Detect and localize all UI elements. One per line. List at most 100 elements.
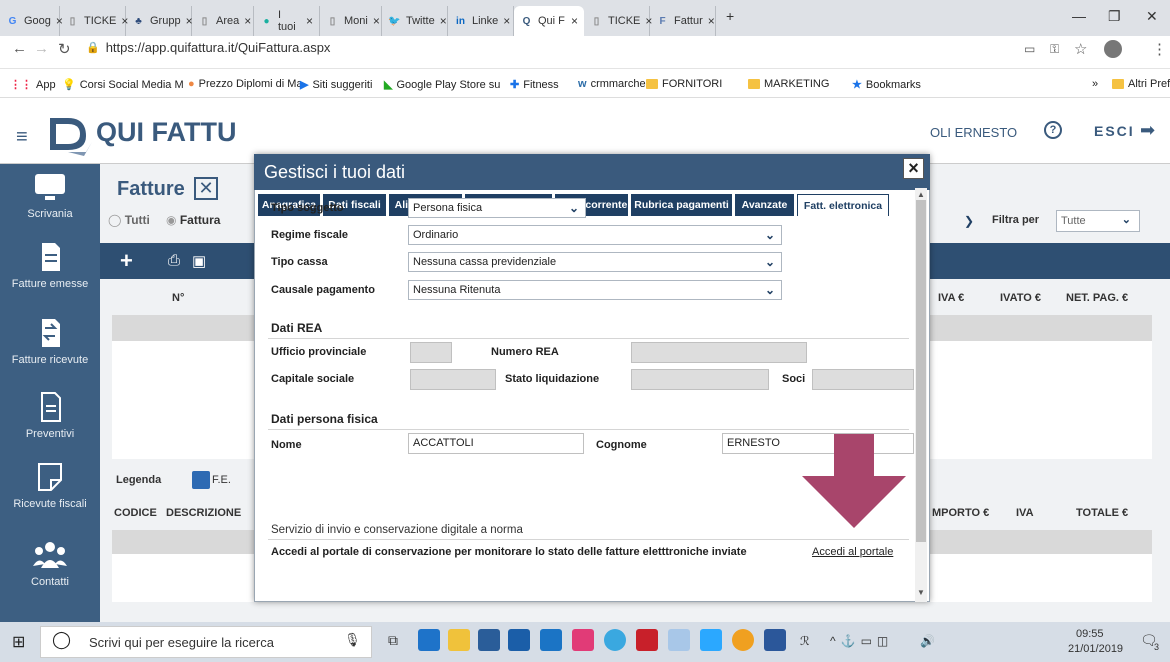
bookmark-item[interactable]: ◣ Google Play Store su [384,78,500,92]
profile-avatar[interactable] [1104,40,1122,58]
app-red-icon[interactable] [636,629,658,651]
user-name[interactable]: OLI ERNESTO [930,125,1017,140]
tab-close-icon[interactable]: × [306,14,313,28]
maximize-icon[interactable]: ❐ [1108,8,1121,25]
word-icon[interactable] [764,629,786,651]
chevron-down-icon[interactable]: ❯ [964,214,974,228]
reload-icon[interactable]: ↻ [58,40,71,58]
print-icon[interactable]: ⎙ [168,252,180,269]
tab-close-icon[interactable]: × [440,14,447,28]
browser-tab[interactable]: ▯ TICKE × [60,6,128,36]
tab-avanzate[interactable]: Avanzate [735,194,795,216]
app-pink-icon[interactable] [572,629,594,651]
tab-rubrica-pagamenti[interactable]: Rubrica pagamenti [631,194,733,216]
tab-close-icon[interactable]: × [244,14,251,28]
taskbar-search-input[interactable]: Scrivi qui per eseguire la ricerca [40,626,372,658]
sidebar-item-receipt[interactable]: Ricevute fiscali [0,462,100,510]
nome-input[interactable]: ACCATTOLI [408,433,584,454]
other-bookmarks[interactable]: Altri Preferiti [1112,78,1170,90]
tab-close-icon[interactable]: × [571,14,578,28]
star-icon[interactable]: ☆ [1074,40,1087,58]
tipo-soggetto-select[interactable]: Persona fisica ⌄ [408,198,586,218]
chrome-icon[interactable] [732,629,754,651]
bookmark-item[interactable]: MARKETING [748,78,829,90]
key-icon[interactable]: ⚿ [1050,42,1059,57]
task-view-icon[interactable]: ⧉ [388,632,398,649]
close-page-icon[interactable]: ✕ [194,177,218,200]
bookmark-item[interactable]: ▶ Siti suggeriti [300,78,372,92]
soci-input[interactable] [812,369,914,390]
causale-pagamento-select[interactable]: Nessuna Ritenuta ⌄ [408,280,782,300]
clock-time[interactable]: 09:55 [1076,628,1104,640]
modal-scrollbar-thumb[interactable] [916,200,926,542]
url-field[interactable]: 🔒 https://app.quifattura.it/QuiFattura.a… [86,40,330,55]
bookmark-item[interactable]: 💡 Corsi Social Media M [62,78,184,92]
filter-tutti[interactable]: ◯ Tutti [108,213,150,227]
windows-start-icon[interactable]: ⊞ [12,632,25,652]
mail-icon[interactable] [478,629,500,651]
browser-tab[interactable]: in Linke × [448,6,514,36]
logout-icon[interactable]: ➡ [1140,120,1155,141]
browser-tab[interactable]: ▯ Area × [192,6,254,36]
bookmark-item[interactable]: ✚ Fitness [510,78,559,92]
people-icon[interactable]: ℛ [800,634,810,648]
tab-fatt-elettronica[interactable]: Fatt. elettronica [797,194,889,216]
modal-close-button[interactable]: × [903,158,924,179]
bookmarks-more-icon[interactable]: » [1092,78,1098,90]
bookmark-item[interactable]: ⋮⋮ App [10,78,56,92]
browser-tab[interactable]: G Goog × [0,6,63,36]
export-icon[interactable]: ▣ [192,252,206,270]
browser-tab[interactable]: F Fattur × [650,6,716,36]
clock-date[interactable]: 21/01/2019 [1068,643,1123,655]
sidebar-item-document[interactable]: Preventivi [0,392,100,440]
browser-tab[interactable]: ♣ Grupp × [126,6,193,36]
microphone-icon[interactable]: 🎙 [344,632,361,648]
stato-liquidazione-input[interactable] [631,369,769,390]
file-explorer-icon[interactable] [448,629,470,651]
filtra-per-select[interactable]: Tutte ⌄ [1056,210,1140,232]
capitale-input[interactable] [410,369,496,390]
app-ball-icon[interactable] [604,629,626,651]
tipo-cassa-select[interactable]: Nessuna cassa previdenziale ⌄ [408,252,782,272]
scroll-down-icon[interactable]: ▼ [917,588,925,597]
filter-fattura[interactable]: ◉ Fattura [166,213,220,227]
ufficio-input[interactable] [410,342,452,363]
browser-tab[interactable]: ▯ TICKE × [584,6,652,36]
sidebar-item-desktop[interactable]: Scrivania [0,172,100,220]
edge-icon[interactable] [418,629,440,651]
browser-tab[interactable]: Q Qui F × [514,6,584,36]
accedi-portale-link[interactable]: Accedi al portale [812,546,893,558]
new-tab-icon[interactable]: + [726,8,734,24]
menu-dots-icon[interactable]: ⋮ [1152,40,1167,58]
tray-icons[interactable]: ^⚓▭◫ [830,634,893,648]
cast-icon[interactable]: ▭ [1024,42,1035,56]
bookmark-item[interactable]: ★ Bookmarks [852,78,921,92]
browser-tab[interactable]: 🐦 Twitte × [382,6,448,36]
sidebar-item-invoice-in[interactable]: Fatture ricevute [0,318,100,366]
bookmark-item[interactable]: ● Prezzo Diplomi di Ma [188,78,303,90]
regime-fiscale-select[interactable]: Ordinario ⌄ [408,225,782,245]
add-icon[interactable]: + [120,248,133,274]
app-butterfly-icon[interactable] [668,629,690,651]
minimize-icon[interactable]: — [1072,8,1086,24]
tab-close-icon[interactable]: × [503,14,510,28]
wifi-app-icon[interactable] [700,629,722,651]
help-icon[interactable]: ? [1044,121,1062,139]
tab-close-icon[interactable]: × [373,14,380,28]
close-window-icon[interactable]: ✕ [1146,8,1158,25]
logout-button[interactable]: ESCI [1094,123,1135,139]
forward-icon[interactable]: → [34,40,49,57]
browser-tab[interactable]: ▯ Moni × [320,6,382,36]
tab-close-icon[interactable]: × [708,14,715,28]
sidebar-item-contacts[interactable]: Contatti [0,540,100,588]
outlook-icon[interactable] [540,629,562,651]
back-icon[interactable]: ← [12,40,27,57]
numero-rea-input[interactable] [631,342,807,363]
bookmark-item[interactable]: w crmmarche [578,78,646,90]
browser-tab[interactable]: ● I tuoi × [254,6,320,36]
scroll-up-icon[interactable]: ▲ [917,190,925,199]
store-icon[interactable] [508,629,530,651]
hamburger-icon[interactable]: ≡ [16,126,28,149]
sidebar-item-invoice-out[interactable]: Fatture emesse [0,242,100,290]
volume-icon[interactable]: 🔊 [920,634,935,648]
